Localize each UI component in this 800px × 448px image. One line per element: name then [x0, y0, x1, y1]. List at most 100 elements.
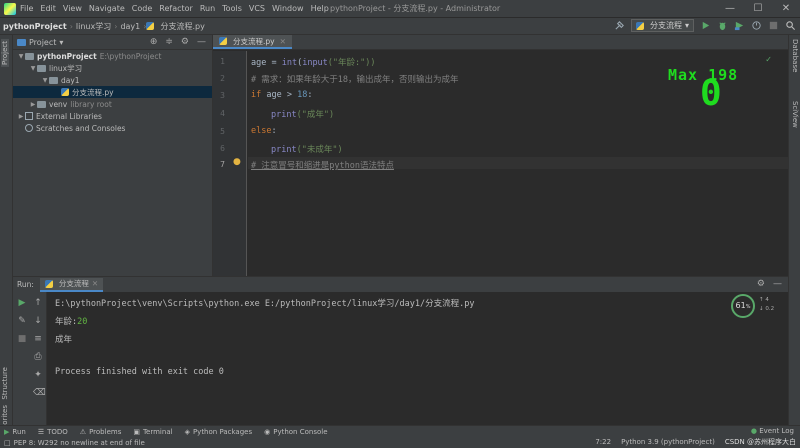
line-number: 1	[220, 57, 225, 66]
menu-help[interactable]: Help	[311, 4, 329, 13]
bottom-tab-terminal[interactable]: ▣ Terminal	[129, 428, 180, 436]
network-stats: ↑ 4 ↓ 0.2	[759, 296, 774, 314]
cpu-percent-unit: %	[745, 304, 751, 310]
run-panel: Run: 分支流程 ✕ ⚙ — ▶ ↑ ✎ ↓ ■ ≡ ⎙ ✦ ⌫ E:\pyt…	[13, 276, 788, 426]
run-panel-toolbar: ▶ ↑ ✎ ↓ ■ ≡ ⎙ ✦ ⌫	[13, 292, 47, 426]
menu-bar: File Edit View Navigate Code Refactor Ru…	[20, 4, 329, 13]
breadcrumb-folder[interactable]: linux学习	[73, 21, 114, 32]
bottom-tab-python-console[interactable]: ◉ Python Console	[260, 428, 335, 436]
tree-item-linux-folder[interactable]: ▼ linux学习	[13, 62, 212, 74]
lightbulb-icon[interactable]: ●	[233, 157, 241, 167]
bottom-tab-run[interactable]: ▶ Run	[0, 428, 34, 436]
gear-icon[interactable]: ⚙	[757, 279, 765, 289]
maximize-icon[interactable]: ☐	[744, 0, 772, 18]
bottom-tab-problems[interactable]: ⚠ Problems	[76, 428, 130, 436]
python-console-icon: ◉	[264, 427, 271, 436]
menu-refactor[interactable]: Refactor	[159, 4, 193, 13]
line-number: 4	[220, 109, 225, 118]
menu-file[interactable]: File	[20, 4, 33, 13]
project-panel-title[interactable]: Project	[29, 38, 56, 47]
tree-item-venv-folder[interactable]: ▶ venv library root	[13, 98, 212, 110]
folder-icon	[49, 76, 58, 84]
run-tab-active[interactable]: 分支流程 ✕	[39, 277, 104, 292]
stop-icon[interactable]	[768, 20, 779, 31]
python-interpreter[interactable]: Python 3.9 (pythonProject)	[621, 438, 715, 446]
code-line-2[interactable]: # 需求：如果年龄大于18，输出成年，否则输出为成年	[251, 73, 458, 85]
tool-tab-project[interactable]: Project	[1, 39, 9, 67]
terminal-icon: ▣	[133, 427, 140, 436]
tool-tab-structure[interactable]: Structure	[1, 367, 9, 400]
library-icon	[25, 112, 33, 120]
folder-icon	[25, 52, 34, 60]
trash-icon[interactable]: ⌫	[33, 388, 46, 398]
code-line-1[interactable]: age = int(input("年龄:"))	[251, 56, 376, 68]
menu-tools[interactable]: Tools	[222, 4, 242, 13]
tree-item-day1-folder[interactable]: ▼ day1	[13, 74, 212, 86]
chevron-down-icon[interactable]: ▾	[59, 38, 63, 47]
menu-edit[interactable]: Edit	[40, 4, 56, 13]
menu-code[interactable]: Code	[132, 4, 152, 13]
packages-icon: ◈	[184, 427, 190, 436]
stop-icon[interactable]: ■	[17, 334, 27, 344]
locate-icon[interactable]: ⊕	[150, 37, 158, 47]
print-icon[interactable]: ⎙	[33, 352, 43, 362]
close-icon[interactable]: ✕	[92, 279, 98, 288]
menu-view[interactable]: View	[63, 4, 82, 13]
build-hammer-icon[interactable]	[614, 20, 625, 31]
debug-icon[interactable]	[717, 20, 728, 31]
status-message: PEP 8: W292 no newline at end of file	[13, 438, 145, 447]
scroll-up-icon[interactable]: ↑	[33, 298, 43, 308]
tree-item-project-root[interactable]: ▼ pythonProject E:\pythonProject	[13, 50, 212, 62]
code-line-4[interactable]: print("成年")	[271, 108, 334, 120]
breadcrumb-subfolder[interactable]: day1	[117, 22, 143, 31]
close-icon[interactable]: ✕	[772, 0, 800, 18]
menu-navigate[interactable]: Navigate	[89, 4, 125, 13]
code-line-3[interactable]: if age > 18:	[251, 90, 312, 100]
tree-item-external-libraries[interactable]: ▶ External Libraries	[13, 110, 212, 122]
rerun-icon[interactable]: ▶	[17, 298, 27, 308]
run-tab-label: 分支流程	[58, 279, 89, 288]
code-line-5[interactable]: else:	[251, 126, 277, 136]
menu-run[interactable]: Run	[200, 4, 215, 13]
run-icon[interactable]	[700, 20, 711, 31]
code-line-7[interactable]: # 注意冒号和缩进是python语法特点	[251, 159, 394, 171]
hide-icon[interactable]: —	[197, 37, 206, 47]
event-log-button[interactable]: ● Event Log	[751, 427, 794, 435]
inspection-ok-icon[interactable]: ✓	[765, 55, 772, 64]
coverage-icon[interactable]	[734, 20, 745, 31]
cpu-percent: 61	[735, 301, 746, 310]
hide-icon[interactable]: —	[773, 279, 782, 289]
wrench-icon[interactable]: ✎	[17, 316, 27, 326]
editor-tab-active[interactable]: 分支流程.py ✕	[213, 35, 292, 49]
run-configuration-select[interactable]: 分支流程 ▾	[630, 19, 694, 32]
menu-window[interactable]: Window	[272, 4, 304, 13]
tree-item-label: venv	[49, 99, 68, 109]
screen-overlay-counter: Max 198 0	[668, 66, 773, 116]
minimize-icon[interactable]: —	[716, 0, 744, 18]
tool-tab-database[interactable]: Database	[791, 39, 799, 72]
tree-item-path: E:\pythonProject	[99, 51, 162, 61]
code-line-6[interactable]: print("未成年")	[271, 143, 343, 155]
search-icon[interactable]	[785, 20, 796, 31]
breadcrumb-file[interactable]: 分支流程.py	[157, 21, 207, 32]
breadcrumb-project[interactable]: pythonProject	[0, 22, 70, 31]
caret-position[interactable]: 7:22	[595, 438, 611, 446]
gear-icon[interactable]: ⚙	[181, 37, 189, 47]
chevron-down-icon: ▼	[42, 76, 48, 84]
profile-icon[interactable]	[751, 20, 762, 31]
bottom-tab-todo[interactable]: ☰ TODO	[34, 428, 76, 436]
bottom-tab-python-packages[interactable]: ◈ Python Packages	[181, 428, 261, 436]
close-icon[interactable]: ✕	[280, 37, 286, 46]
tree-item-scratches[interactable]: Scratches and Consoles	[13, 122, 212, 134]
line-number: 2	[220, 74, 225, 83]
collapse-all-icon[interactable]: ≑	[165, 37, 173, 47]
notification-icon[interactable]: □	[4, 439, 11, 447]
soft-wrap-icon[interactable]: ≡	[33, 334, 43, 344]
tool-tab-sciview[interactable]: SciView	[791, 101, 799, 128]
tree-item-python-file[interactable]: 分支流程.py	[13, 86, 212, 98]
line-number: 5	[220, 127, 225, 136]
pin-icon[interactable]: ✦	[33, 370, 43, 380]
scroll-down-icon[interactable]: ↓	[33, 316, 43, 326]
menu-vcs[interactable]: VCS	[249, 4, 265, 13]
console-prompt-line: 年龄:20	[55, 315, 87, 327]
